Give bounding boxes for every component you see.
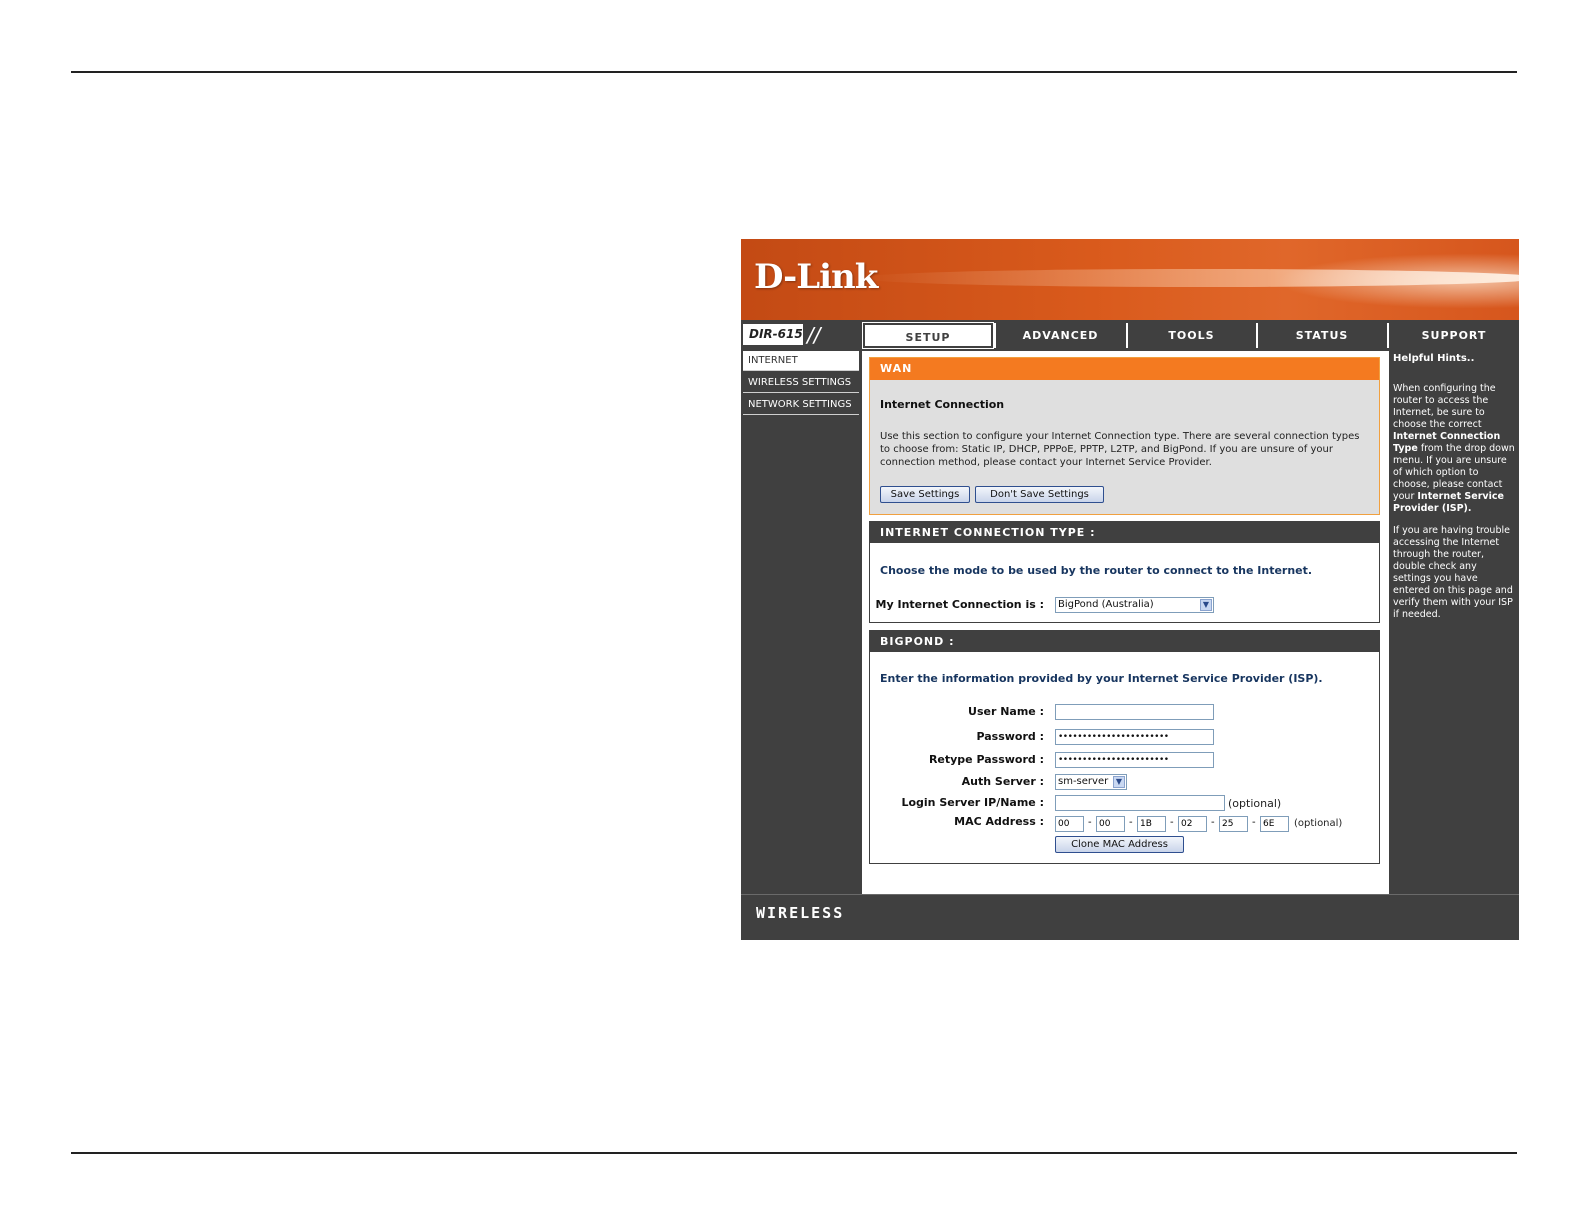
- auth-server-value: sm-server: [1058, 776, 1109, 787]
- mac-optional: (optional): [1294, 818, 1343, 829]
- wan-header: WAN: [870, 358, 1379, 380]
- sidebar-item-network-settings[interactable]: NETWORK SETTINGS: [743, 395, 859, 415]
- mac-separator: -: [1170, 817, 1174, 828]
- header-banner: D-Link: [741, 239, 1519, 320]
- connection-type-header: INTERNET CONNECTION TYPE :: [870, 522, 1379, 543]
- helpful-hints-paragraph-1: When configuring the router to access th…: [1393, 383, 1517, 515]
- wan-description: Use this section to configure your Inter…: [880, 431, 1360, 468]
- mac-separator: -: [1252, 817, 1256, 828]
- wan-subtitle: Internet Connection: [880, 398, 1005, 411]
- footer-bar: WIRELESS: [741, 894, 1519, 940]
- tab-tools[interactable]: TOOLS: [1126, 323, 1255, 348]
- login-server-label: Login Server IP/Name :: [901, 796, 1044, 809]
- bigpond-panel: BIGPOND : Enter the information provided…: [869, 630, 1380, 864]
- mac-octet-1[interactable]: 00: [1055, 816, 1084, 832]
- mac-octet-2[interactable]: 00: [1096, 816, 1125, 832]
- sidebar-item-wireless-settings[interactable]: WIRELESS SETTINGS: [743, 373, 859, 393]
- mac-separator: -: [1129, 817, 1133, 828]
- top-nav: DIR-615 // SETUP ADVANCED TOOLS STATUS S…: [741, 322, 1519, 349]
- mac-octet-4[interactable]: 02: [1178, 816, 1207, 832]
- clone-mac-address-button[interactable]: Clone MAC Address: [1055, 836, 1184, 853]
- save-settings-button[interactable]: Save Settings: [880, 486, 970, 503]
- router-ui-screenshot: D-Link DIR-615 // SETUP ADVANCED TOOLS S…: [741, 239, 1519, 940]
- password-label: Password :: [976, 730, 1044, 743]
- chevron-down-icon: ▼: [1113, 776, 1125, 788]
- banner-glow: [1261, 251, 1519, 311]
- mac-octet-6[interactable]: 6E: [1260, 816, 1289, 832]
- helpful-hints-panel: Helpful Hints.. When configuring the rou…: [1391, 351, 1517, 631]
- helpful-hints-title: Helpful Hints..: [1393, 353, 1475, 364]
- password-field[interactable]: •••••••••••••••••••••••: [1055, 729, 1214, 745]
- sidebar-item-internet[interactable]: INTERNET: [743, 351, 859, 371]
- helpful-hints-paragraph-2: If you are having trouble accessing the …: [1393, 525, 1513, 620]
- mac-separator: -: [1088, 817, 1092, 828]
- model-badge: DIR-615: [743, 324, 803, 345]
- tab-support[interactable]: SUPPORT: [1387, 323, 1519, 348]
- dont-save-settings-button[interactable]: Don't Save Settings: [975, 486, 1104, 503]
- page-bottom-rule: [71, 1152, 1517, 1154]
- mac-octet-3[interactable]: 1B: [1137, 816, 1166, 832]
- bigpond-header: BIGPOND :: [870, 631, 1379, 652]
- connection-type-value: BigPond (Australia): [1058, 599, 1154, 610]
- dlink-logo: D-Link: [754, 257, 878, 297]
- hint-text: When configuring the router to access th…: [1393, 383, 1496, 430]
- connection-type-instruction: Choose the mode to be used by the router…: [880, 564, 1313, 577]
- auth-server-label: Auth Server :: [961, 775, 1044, 788]
- wireless-logo: WIRELESS: [756, 904, 845, 922]
- connection-type-panel: INTERNET CONNECTION TYPE : Choose the mo…: [869, 521, 1380, 623]
- mac-separator: -: [1211, 817, 1215, 828]
- login-server-field[interactable]: [1055, 795, 1225, 811]
- tab-setup[interactable]: SETUP: [862, 322, 994, 349]
- main-content: WAN Internet Connection Use this section…: [862, 351, 1389, 894]
- retype-password-label: Retype Password :: [928, 753, 1044, 766]
- username-field[interactable]: [1055, 704, 1214, 720]
- tab-status[interactable]: STATUS: [1256, 323, 1386, 348]
- chevron-down-icon: ▼: [1200, 599, 1212, 611]
- retype-password-field[interactable]: •••••••••••••••••••••••: [1055, 752, 1214, 768]
- mac-octet-5[interactable]: 25: [1219, 816, 1248, 832]
- model-slashes: //: [807, 323, 821, 347]
- sidebar: INTERNET WIRELESS SETTINGS NETWORK SETTI…: [741, 351, 861, 417]
- connection-type-label: My Internet Connection is :: [875, 598, 1044, 611]
- auth-server-select[interactable]: sm-server ▼: [1055, 774, 1127, 790]
- tab-advanced[interactable]: ADVANCED: [994, 323, 1125, 348]
- wan-panel: WAN Internet Connection Use this section…: [869, 357, 1380, 515]
- bigpond-instruction: Enter the information provided by your I…: [880, 672, 1323, 685]
- page-top-rule: [71, 71, 1517, 73]
- connection-type-select[interactable]: BigPond (Australia) ▼: [1055, 597, 1214, 613]
- mac-address-fields: 00 - 00 - 1B - 02 - 25 - 6E (optional): [1055, 816, 1355, 834]
- mac-address-label: MAC Address :: [954, 815, 1044, 828]
- username-label: User Name :: [968, 705, 1044, 718]
- login-server-optional: (optional): [1228, 797, 1282, 810]
